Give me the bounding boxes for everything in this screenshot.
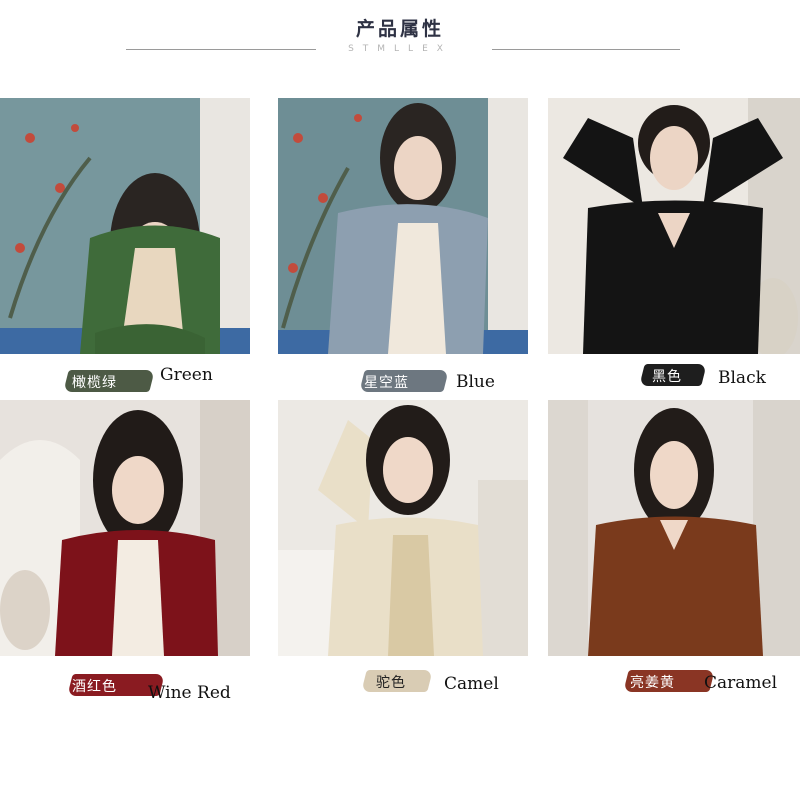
color-name-cn-blue: 星空蓝	[364, 375, 409, 391]
color-name-cn-green: 橄榄绿	[72, 375, 117, 391]
header-divider-right	[492, 49, 680, 50]
color-name-cn-caramel: 亮姜黄	[630, 675, 675, 691]
color-name-cn-camel: 驼色	[376, 675, 406, 691]
color-name-en-green: Green	[160, 365, 213, 385]
color-name-en-blue: Blue	[456, 372, 495, 392]
color-name-en-black: Black	[718, 368, 766, 388]
color-name-cn-wine-red: 酒红色	[72, 679, 117, 695]
product-photo-camel[interactable]	[278, 400, 528, 656]
color-name-cn-black: 黑色	[652, 369, 682, 385]
product-photo-wine-red[interactable]	[0, 400, 250, 656]
brand-subtitle: STMLLEX	[348, 44, 452, 54]
color-name-en-wine-red: Wine Red	[148, 683, 231, 703]
section-header: 产品属性 STMLLEX	[0, 0, 800, 80]
product-photo-green[interactable]	[0, 98, 250, 354]
product-photo-caramel[interactable]	[548, 400, 800, 656]
color-name-en-camel: Camel	[444, 674, 499, 694]
product-photo-black[interactable]	[548, 98, 800, 354]
color-name-en-caramel: Caramel	[704, 673, 778, 693]
page-title: 产品属性	[355, 18, 444, 40]
product-photo-blue[interactable]	[278, 98, 528, 354]
